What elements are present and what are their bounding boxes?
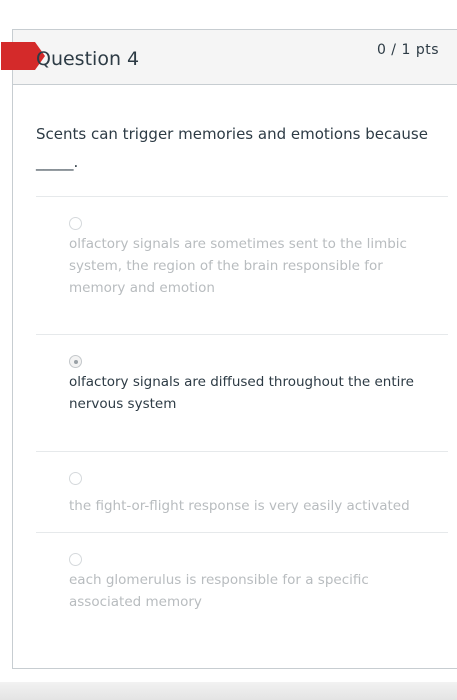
answer-label: the fight-or-flight response is very eas… bbox=[69, 498, 410, 514]
answer-label: olfactory signals are diffused throughou… bbox=[69, 374, 414, 412]
radio-button[interactable] bbox=[69, 472, 82, 485]
answer-option-3[interactable]: the fight-or-flight response is very eas… bbox=[36, 451, 448, 532]
question-card: Question 4 0 / 1 pts Scents can trigger … bbox=[1, 29, 457, 669]
answer-label: each glomerulus is responsible for a spe… bbox=[69, 572, 369, 610]
answer-option-4[interactable]: each glomerulus is responsible for a spe… bbox=[36, 532, 448, 632]
answer-label: olfactory signals are sometimes sent to … bbox=[69, 236, 407, 296]
answer-option-2[interactable]: olfactory signals are diffused throughou… bbox=[36, 334, 448, 451]
page-bottom-edge bbox=[0, 682, 457, 700]
radio-button[interactable] bbox=[69, 553, 82, 566]
radio-button-selected[interactable] bbox=[69, 355, 82, 368]
question-title: Question 4 bbox=[36, 48, 140, 70]
answer-list: olfactory signals are sometimes sent to … bbox=[36, 196, 448, 632]
question-header: Question 4 0 / 1 pts bbox=[1, 30, 457, 85]
answer-option-1[interactable]: olfactory signals are sometimes sent to … bbox=[36, 196, 448, 334]
points-score: 0 / 1 pts bbox=[376, 42, 439, 58]
radio-button[interactable] bbox=[69, 217, 82, 230]
question-text: Scents can trigger memories and emotions… bbox=[36, 125, 428, 171]
